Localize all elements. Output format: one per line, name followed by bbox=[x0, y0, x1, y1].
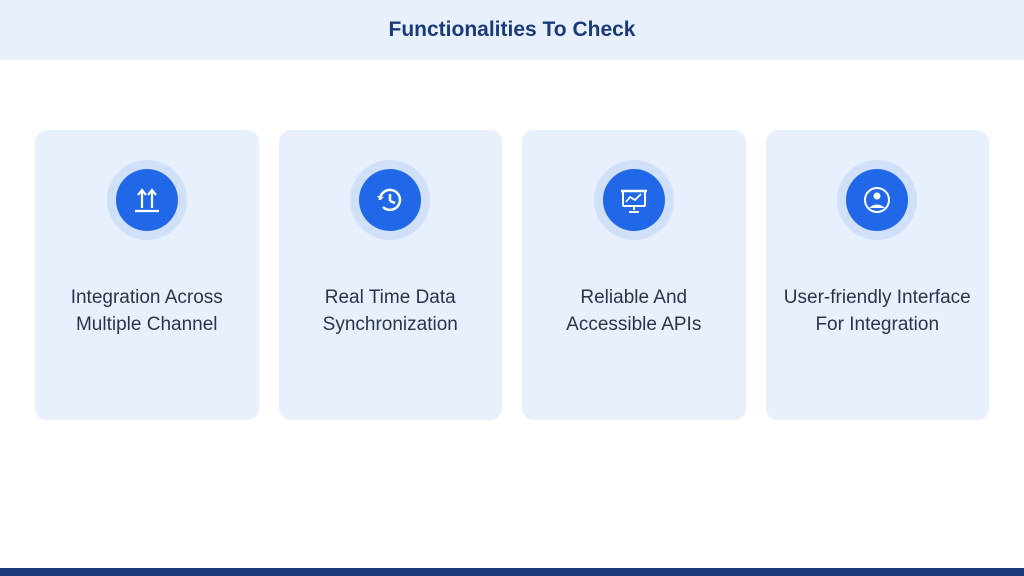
card-label: Integration Across Multiple Channel bbox=[35, 285, 259, 338]
card-label: Real Time Data Synchronization bbox=[279, 285, 503, 338]
presentation-chart-icon bbox=[603, 169, 665, 231]
user-circle-icon bbox=[846, 169, 908, 231]
cards-row: Integration Across Multiple Channel Real… bbox=[0, 60, 1024, 420]
header-banner: Functionalities To Check bbox=[0, 0, 1024, 60]
upload-arrows-icon bbox=[116, 169, 178, 231]
icon-circle-outer bbox=[594, 160, 674, 240]
card-sync: Real Time Data Synchronization bbox=[279, 130, 503, 420]
page-title: Functionalities To Check bbox=[389, 18, 636, 42]
card-label: Reliable And Accessible APIs bbox=[522, 285, 746, 338]
card-integration: Integration Across Multiple Channel bbox=[35, 130, 259, 420]
card-interface: User-friendly Interface For Integration bbox=[766, 130, 990, 420]
icon-circle-outer bbox=[837, 160, 917, 240]
card-label: User-friendly Interface For Integration bbox=[766, 285, 990, 338]
icon-circle-outer bbox=[350, 160, 430, 240]
card-apis: Reliable And Accessible APIs bbox=[522, 130, 746, 420]
history-icon bbox=[359, 169, 421, 231]
icon-circle-outer bbox=[107, 160, 187, 240]
bottom-accent-bar bbox=[0, 568, 1024, 576]
